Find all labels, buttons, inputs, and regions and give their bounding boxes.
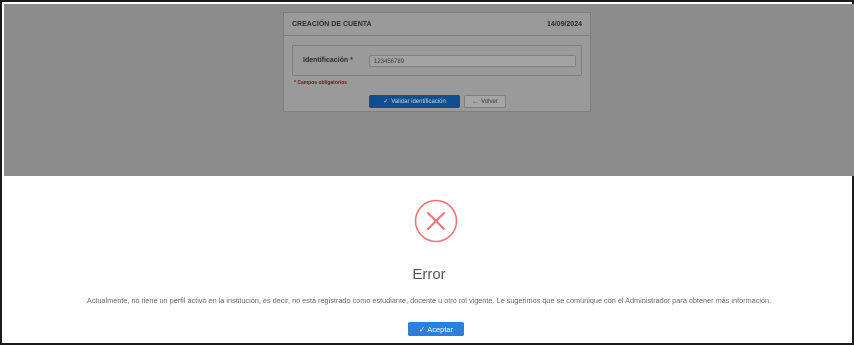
back-button[interactable]: ← Volver [464,95,506,108]
error-dialog-title: Error [412,266,446,283]
card-header: CREACIÓN DE CUENTA 14/09/2024 [284,13,590,36]
identification-label: Identificación * [303,57,353,64]
error-dialog-message: Actualmente, no tiene un perfil activo e… [86,296,772,305]
error-x-circle-icon [414,199,458,243]
card-date: 14/09/2024 [546,20,582,28]
accept-button[interactable]: ✓ Aceptar [408,322,464,336]
validate-button-label: Validar identificación [391,98,446,105]
identification-input[interactable]: 123456789 [369,55,576,67]
back-button-label: Volver [481,98,498,105]
account-creation-card: CREACIÓN DE CUENTA 14/09/2024 Identifica… [283,12,591,112]
validate-identification-button[interactable]: ✓ Validar identificación [369,95,460,108]
identification-field-group: Identificación * 123456789 [292,45,582,76]
accept-button-label: Aceptar [427,324,454,334]
check-icon: ✓ [383,99,389,105]
check-icon: ✓ [418,324,426,334]
card-title: CREACIÓN DE CUENTA [292,20,372,28]
required-fields-note: * Campos obligatorios [294,80,348,86]
arrow-left-icon: ← [472,98,479,105]
required-asterisk: * [350,57,353,64]
identification-label-text: Identificación [303,57,349,64]
